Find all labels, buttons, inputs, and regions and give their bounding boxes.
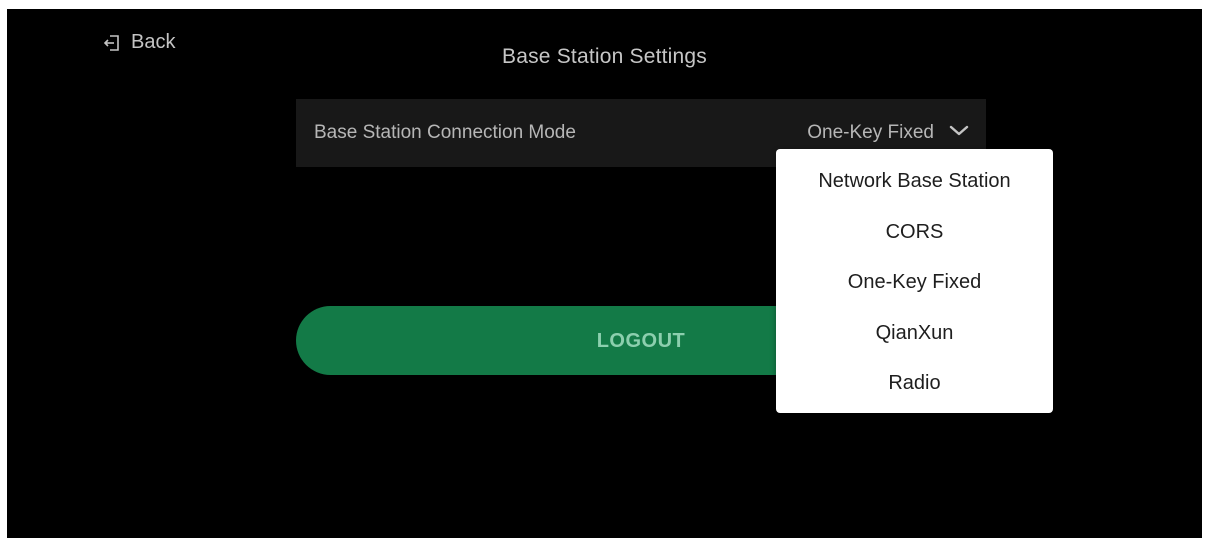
page-title: Base Station Settings	[502, 45, 707, 68]
connection-mode-dropdown: Network Base Station CORS One-Key Fixed …	[776, 149, 1053, 413]
dropdown-option-one-key-fixed[interactable]: One-Key Fixed	[776, 260, 1053, 304]
base-station-settings-screen: Back Base Station Settings Base Station …	[7, 9, 1202, 538]
dropdown-option-network-base-station[interactable]: Network Base Station	[776, 159, 1053, 203]
connection-mode-select[interactable]: One-Key Fixed	[807, 122, 970, 144]
dropdown-option-cors[interactable]: CORS	[776, 210, 1053, 254]
dropdown-option-qianxun[interactable]: QianXun	[776, 311, 1053, 355]
connection-mode-label: Base Station Connection Mode	[314, 122, 576, 143]
dropdown-option-radio[interactable]: Radio	[776, 361, 1053, 405]
chevron-down-icon	[948, 122, 970, 144]
connection-mode-value: One-Key Fixed	[807, 122, 934, 143]
